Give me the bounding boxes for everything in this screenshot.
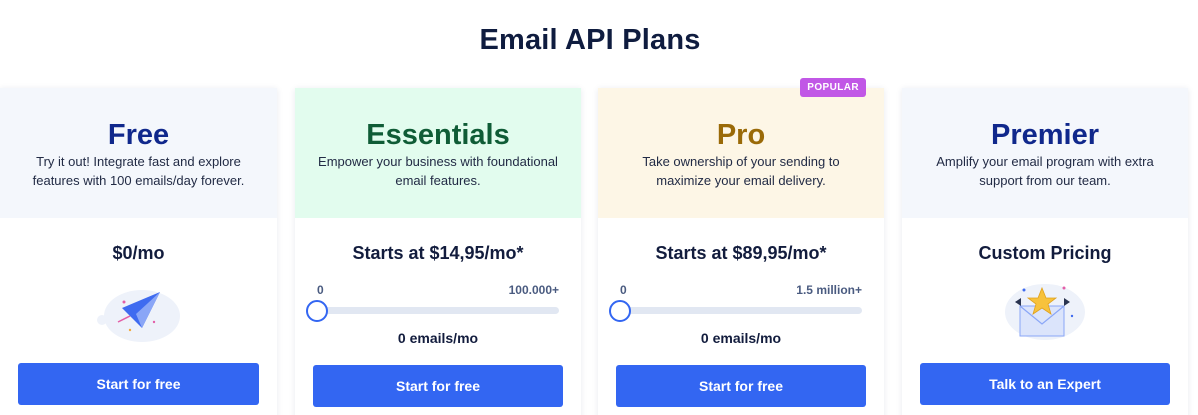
plan-price: Starts at $89,95/mo* [655,243,827,263]
slider-track[interactable] [317,307,559,314]
slider-min-label: 0 [620,283,627,297]
plan-name: Free [107,119,170,151]
plan-header-premier: Premier Amplify your email program with … [902,88,1188,218]
plan-card-premier: Premier Amplify your email program with … [902,88,1188,415]
plan-card-free: Free Try it out! Integrate fast and expl… [0,88,277,415]
plan-name: Essentials [366,119,510,151]
star-envelope-icon [1005,284,1085,340]
plan-header-essentials: Essentials Empower your business with fo… [295,88,581,218]
email-volume-slider[interactable]: 0 1.5 million+ [609,283,862,323]
start-for-free-button[interactable]: Start for free [313,365,563,407]
plan-description: Amplify your email program with extra su… [936,154,1154,188]
plan-price: Starts at $14,95/mo* [352,243,524,263]
slider-min-label: 0 [317,283,324,297]
start-for-free-button[interactable]: Start for free [18,363,259,405]
slider-max-label: 1.5 million+ [796,283,862,297]
start-for-free-button[interactable]: Start for free [616,365,866,407]
plan-price: $0/mo [112,243,165,263]
slider-thumb[interactable] [609,300,631,322]
plan-description: Try it out! Integrate fast and explore f… [32,154,245,188]
slider-track[interactable] [620,307,862,314]
slider-max-label: 100.000+ [508,283,559,297]
emails-per-month: 0 emails/mo [700,330,782,346]
page-title: Email API Plans [479,24,701,56]
plan-name: Premier [990,119,1099,151]
plan-name: Pro [716,119,766,151]
plan-description: Take ownership of your sending to maximi… [642,154,840,188]
popular-badge: POPULAR [800,78,866,97]
talk-to-expert-button[interactable]: Talk to an Expert [920,363,1170,405]
plan-card-pro: Pro Take ownership of your sending to ma… [598,78,884,415]
paper-plane-icon [96,290,180,342]
plan-card-essentials: Essentials Empower your business with fo… [295,88,581,415]
plan-price: Custom Pricing [978,243,1112,263]
slider-thumb[interactable] [306,300,328,322]
plan-description: Empower your business with foundational … [318,154,558,188]
email-volume-slider[interactable]: 0 100.000+ [306,283,559,323]
emails-per-month: 0 emails/mo [397,330,479,346]
plan-header-free: Free Try it out! Integrate fast and expl… [0,88,277,218]
plan-header-pro: Pro Take ownership of your sending to ma… [598,88,884,218]
